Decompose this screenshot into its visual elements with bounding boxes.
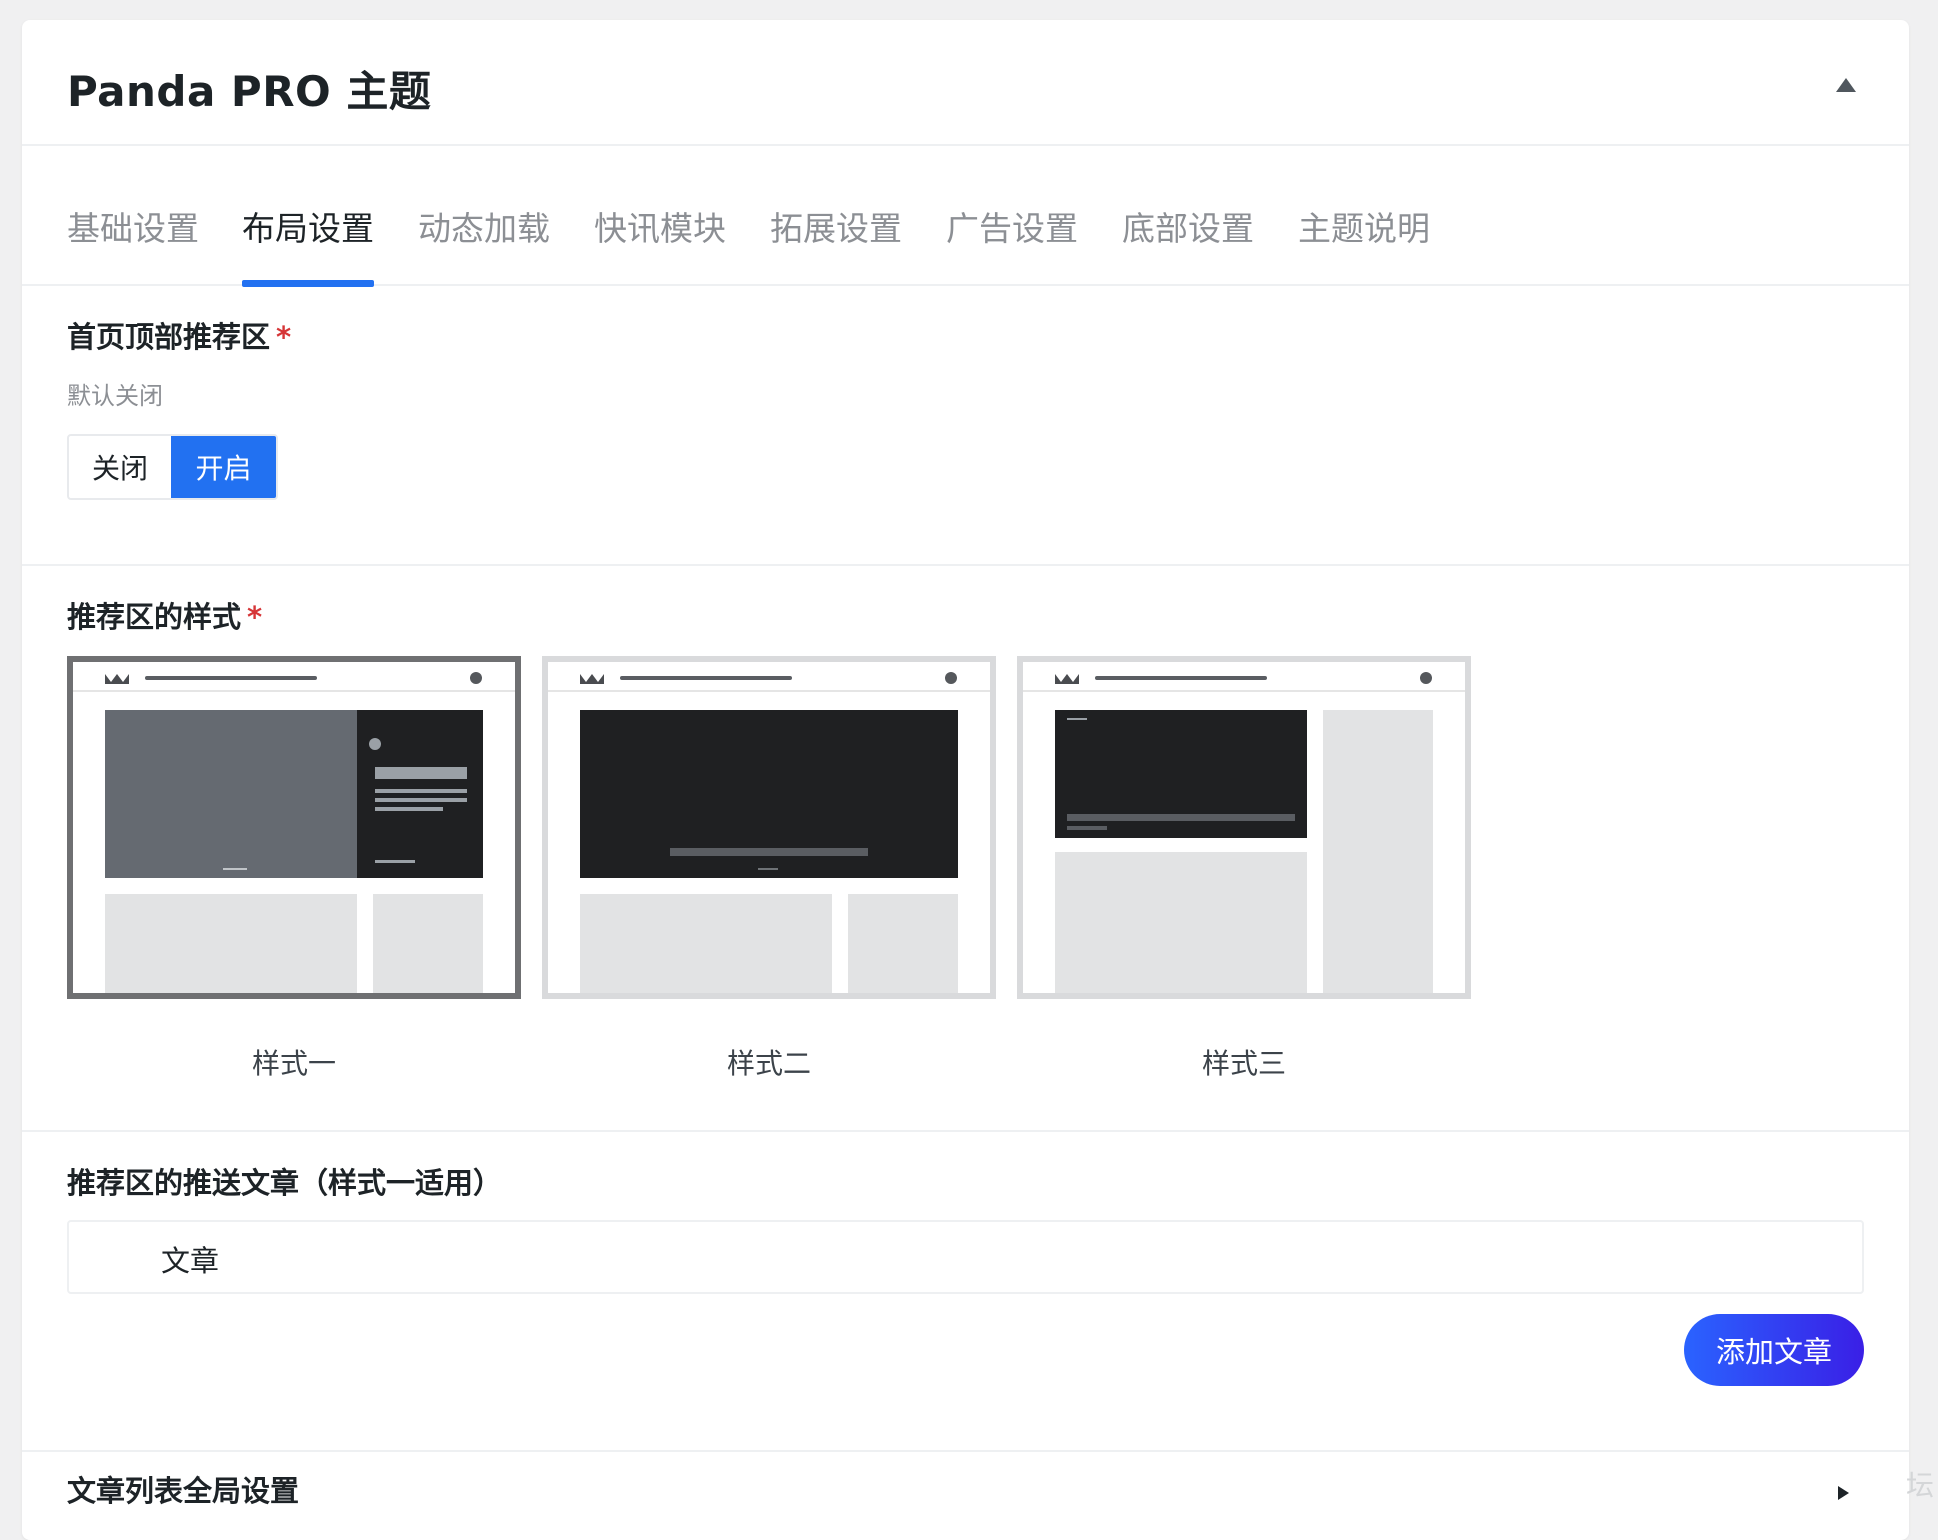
style-three-preview-image	[1023, 662, 1465, 993]
style-option-2[interactable]	[542, 656, 996, 999]
required-asterisk: *	[247, 600, 263, 634]
toggle-on-button[interactable]: 开启	[171, 436, 276, 498]
settings-panel: Panda PRO 主题 基础设置 布局设置 动态加载 快讯模块 拓展设置 广告…	[22, 20, 1909, 1540]
tab-theme-info[interactable]: 主题说明	[1298, 202, 1430, 250]
field-label-recommend-posts: 推荐区的推送文章（样式一适用）	[67, 1166, 503, 1200]
post-list-header: 文章	[161, 1244, 220, 1278]
tab-dynamic-load[interactable]: 动态加载	[418, 202, 550, 250]
field-label-post-list-global[interactable]: 文章列表全局设置	[67, 1468, 299, 1510]
expand-arrow-icon[interactable]	[1838, 1486, 1849, 1500]
collapse-triangle-icon[interactable]	[1836, 78, 1856, 92]
required-asterisk: *	[276, 320, 292, 354]
panel-header: Panda PRO 主题	[22, 20, 1909, 146]
style-caption-2: 样式二	[726, 1047, 811, 1080]
tab-newsflash[interactable]: 快讯模块	[594, 202, 726, 250]
tab-extensions[interactable]: 拓展设置	[770, 202, 902, 250]
toggle-button-group: 关闭 开启	[67, 434, 278, 500]
tab-layout[interactable]: 布局设置	[242, 202, 374, 250]
settings-tabs: 基础设置 布局设置 动态加载 快讯模块 拓展设置 广告设置 底部设置 主题说明	[22, 146, 1909, 287]
tab-ads[interactable]: 广告设置	[946, 202, 1078, 250]
watermark-text: 坛	[1906, 1469, 1935, 1502]
panel-title: Panda PRO 主题	[67, 67, 432, 116]
tab-basic[interactable]: 基础设置	[67, 202, 199, 250]
tab-footer[interactable]: 底部设置	[1122, 202, 1254, 250]
toggle-off-button[interactable]: 关闭	[69, 436, 171, 498]
field-label-recommend-style: 推荐区的样式 *	[67, 594, 262, 636]
field-label-text: 推荐区的样式	[67, 600, 242, 634]
style-caption-3: 样式三	[1201, 1047, 1286, 1080]
add-post-button[interactable]: 添加文章	[1684, 1314, 1864, 1386]
active-tab-indicator	[242, 280, 374, 287]
style-caption-1: 样式一	[251, 1047, 336, 1080]
style-option-1[interactable]	[67, 656, 521, 999]
field-description: 默认关闭	[67, 382, 163, 410]
recommend-posts-list: 文章	[67, 1220, 1864, 1294]
style-two-preview-image	[548, 662, 990, 993]
field-label-top-recommend: 首页顶部推荐区 *	[67, 314, 291, 356]
style-option-3[interactable]	[1017, 656, 1471, 999]
section-top-recommend	[22, 288, 1909, 566]
style-one-preview-image	[73, 662, 515, 993]
field-label-text: 首页顶部推荐区	[67, 320, 271, 354]
